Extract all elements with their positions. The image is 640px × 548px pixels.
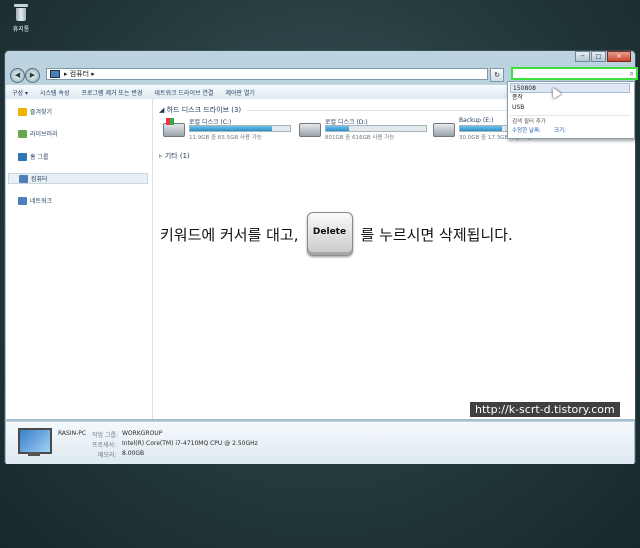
search-icon[interactable]: ⌕	[630, 70, 634, 78]
drive-usage-bar	[189, 125, 291, 132]
search-input[interactable]: ⌕	[511, 67, 638, 80]
search-filter-label: 검색 필터 추가	[512, 119, 546, 125]
pc-name: RASIN-PC	[58, 430, 87, 437]
drive-free-space: 801GB 중 616GB 사용 가능	[325, 135, 395, 141]
sidebar-item-label: 네트워크	[30, 198, 53, 205]
instruction-caption: 키워드에 커서를 대고, Delete 를 누르시면 삭제됩니다.	[160, 212, 513, 256]
sidebar-item-network[interactable]: 네트워크	[18, 196, 52, 205]
drive-usage-bar	[325, 125, 427, 132]
search-history-item[interactable]: 150808	[510, 83, 630, 93]
drive-c[interactable]: 로컬 디스크 (C:) 11.9GB 중 65.5GB 사용 가능	[163, 117, 313, 145]
search-history-item[interactable]: USB	[510, 103, 630, 113]
network-icon	[18, 196, 27, 205]
size-filter[interactable]: 크기:	[554, 126, 566, 134]
sidebar-item-computer[interactable]: 컴퓨터	[8, 173, 148, 184]
hdd-group-header[interactable]: ◢ 하드 디스크 드라이브 (3)	[159, 105, 548, 115]
file-list-pane: ◢ 하드 디스크 드라이브 (3) 로컬 디스크 (C:) 11.9GB 중 6…	[153, 99, 635, 419]
recycle-bin-icon	[13, 4, 29, 22]
search-history-dropdown: 150808 종작 USB 검색 필터 추가 수정한 날짜: 크기:	[507, 81, 635, 139]
drive-usage-fill	[190, 126, 272, 131]
drive-usage-fill	[326, 126, 349, 131]
other-group-header[interactable]: ▹ 기타 (1)	[159, 151, 190, 161]
maximize-button[interactable]: □	[591, 51, 606, 62]
sidebar-item-favorites[interactable]: 즐겨찾기	[18, 107, 52, 116]
refresh-button[interactable]: ↻	[490, 68, 504, 82]
address-bar[interactable]: ▸ 컴퓨터 ▸	[46, 68, 488, 80]
group-title: ▹ 기타 (1)	[159, 152, 190, 160]
search-history-item[interactable]: 종작	[510, 93, 630, 103]
library-icon	[18, 129, 27, 138]
minimize-button[interactable]: ─	[575, 51, 590, 62]
cpu-value: Intel(R) Core(TM) i7-4710MQ CPU @ 2.50GH…	[122, 440, 258, 447]
recycle-bin-shortcut[interactable]: 휴지통	[6, 4, 36, 33]
memory-label: 메모리:	[98, 452, 117, 459]
sidebar-item-libraries[interactable]: 라이브러리	[18, 129, 58, 138]
delete-key-icon: Delete	[306, 212, 353, 256]
recycle-bin-label: 휴지통	[12, 26, 30, 33]
sidebar-item-homegroup[interactable]: 홈 그룹	[18, 152, 48, 161]
close-button[interactable]: ✕	[607, 51, 631, 62]
memory-value: 8.00GB	[122, 450, 145, 457]
watermark-url: http://k-scrt-d.tistory.com	[470, 402, 620, 417]
uninstall-program-button[interactable]: 프로그램 제거 또는 변경	[75, 88, 148, 97]
star-icon	[18, 107, 27, 116]
sidebar-item-label: 라이브러리	[30, 131, 58, 138]
computer-icon	[50, 70, 60, 78]
system-properties-button[interactable]: 시스템 속성	[34, 88, 76, 97]
workgroup-label: 작업 그룹:	[92, 432, 119, 439]
dropdown-divider	[510, 115, 630, 116]
cpu-label: 프로세서:	[92, 442, 117, 449]
group-title: ◢ 하드 디스크 드라이브 (3)	[159, 106, 242, 114]
caption-after: 를 누르시면 삭제됩니다.	[360, 225, 513, 244]
map-network-drive-button[interactable]: 네트워크 드라이브 연결	[148, 88, 219, 97]
hard-drive-icon	[433, 123, 455, 137]
monitor-stand	[28, 452, 40, 456]
sidebar-item-label: 홈 그룹	[30, 154, 49, 161]
drive-d[interactable]: 로컬 디스크 (D:) 801GB 중 616GB 사용 가능	[299, 117, 449, 145]
drive-free-space: 11.9GB 중 65.5GB 사용 가능	[189, 135, 262, 141]
drive-name: Backup (E:)	[459, 117, 494, 124]
navigation-pane: 즐겨찾기 라이브러리 홈 그룹 컴퓨터 네트워크	[6, 99, 153, 419]
hard-drive-icon	[299, 123, 321, 137]
computer-monitor-icon	[18, 428, 52, 454]
back-button[interactable]: ◀	[10, 68, 25, 83]
details-pane: RASIN-PC 작업 그룹: WORKGROUP 프로세서: Intel(R)…	[6, 421, 634, 464]
organize-menu[interactable]: 구성 ▾	[6, 88, 34, 97]
address-path: ▸ 컴퓨터 ▸	[64, 70, 95, 78]
date-modified-filter[interactable]: 수정한 날짜:	[512, 126, 541, 134]
caption-before: 키워드에 커서를 대고,	[160, 225, 299, 244]
sidebar-item-label: 컴퓨터	[31, 176, 48, 183]
windows-drive-icon	[163, 118, 185, 137]
window-controls: ─ □ ✕	[574, 51, 631, 62]
drive-usage-fill	[460, 126, 502, 131]
homegroup-icon	[18, 152, 27, 161]
forward-button[interactable]: ▶	[25, 68, 40, 83]
open-control-panel-button[interactable]: 제어판 열기	[219, 88, 261, 97]
computer-icon	[19, 174, 28, 183]
workgroup-value: WORKGROUP	[122, 430, 163, 437]
sidebar-item-label: 즐겨찾기	[30, 109, 53, 116]
